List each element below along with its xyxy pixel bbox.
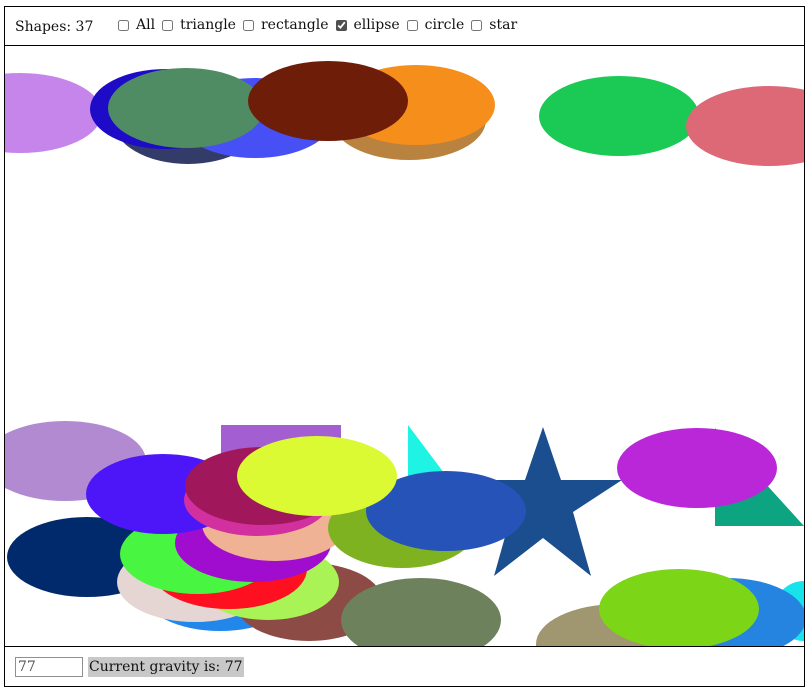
shape-ellipse[interactable] (237, 436, 397, 516)
shape-count-label: Shapes: 37 (15, 19, 94, 35)
filter-star-checkbox[interactable] (471, 19, 483, 31)
filter-triangle-label: triangle (180, 17, 236, 33)
shape-ellipse[interactable] (686, 86, 804, 166)
filter-all[interactable]: All (118, 17, 155, 33)
filter-star[interactable]: star (471, 17, 517, 33)
toolbar: Shapes: 37 All triangle rectangle ellips… (4, 6, 805, 45)
filter-rectangle[interactable]: rectangle (242, 17, 329, 33)
shape-ellipse[interactable] (5, 73, 102, 153)
gravity-status-label: Current gravity is: 77 (88, 657, 244, 677)
shape-ellipse[interactable] (539, 76, 699, 156)
shape-ellipse[interactable] (248, 61, 408, 141)
filter-all-checkbox[interactable] (118, 19, 129, 31)
shape-ellipse[interactable] (599, 569, 759, 646)
filter-triangle[interactable]: triangle (162, 17, 236, 33)
filter-triangle-checkbox[interactable] (162, 19, 174, 31)
shapes-app: Shapes: 37 All triangle rectangle ellips… (0, 0, 811, 693)
filter-rectangle-label: rectangle (260, 17, 329, 33)
gravity-controls: Current gravity is: 77 (4, 647, 805, 687)
filter-star-label: star (489, 17, 518, 33)
shape-canvas-svg[interactable] (5, 46, 804, 646)
filter-circle-checkbox[interactable] (406, 19, 418, 31)
filter-ellipse[interactable]: ellipse (335, 17, 400, 33)
shape-canvas[interactable] (4, 45, 805, 647)
shape-ellipse[interactable] (617, 428, 777, 508)
filter-rectangle-checkbox[interactable] (242, 19, 254, 31)
shape-filter-group: All triangle rectangle ellipse circle st… (118, 17, 524, 33)
filter-circle[interactable]: circle (406, 17, 465, 33)
gravity-input[interactable] (15, 657, 83, 677)
filter-ellipse-checkbox[interactable] (335, 19, 347, 31)
shape-ellipse[interactable] (108, 68, 264, 148)
filter-all-label: All (136, 17, 156, 33)
filter-circle-label: circle (424, 17, 465, 33)
filter-ellipse-label: ellipse (353, 17, 400, 33)
